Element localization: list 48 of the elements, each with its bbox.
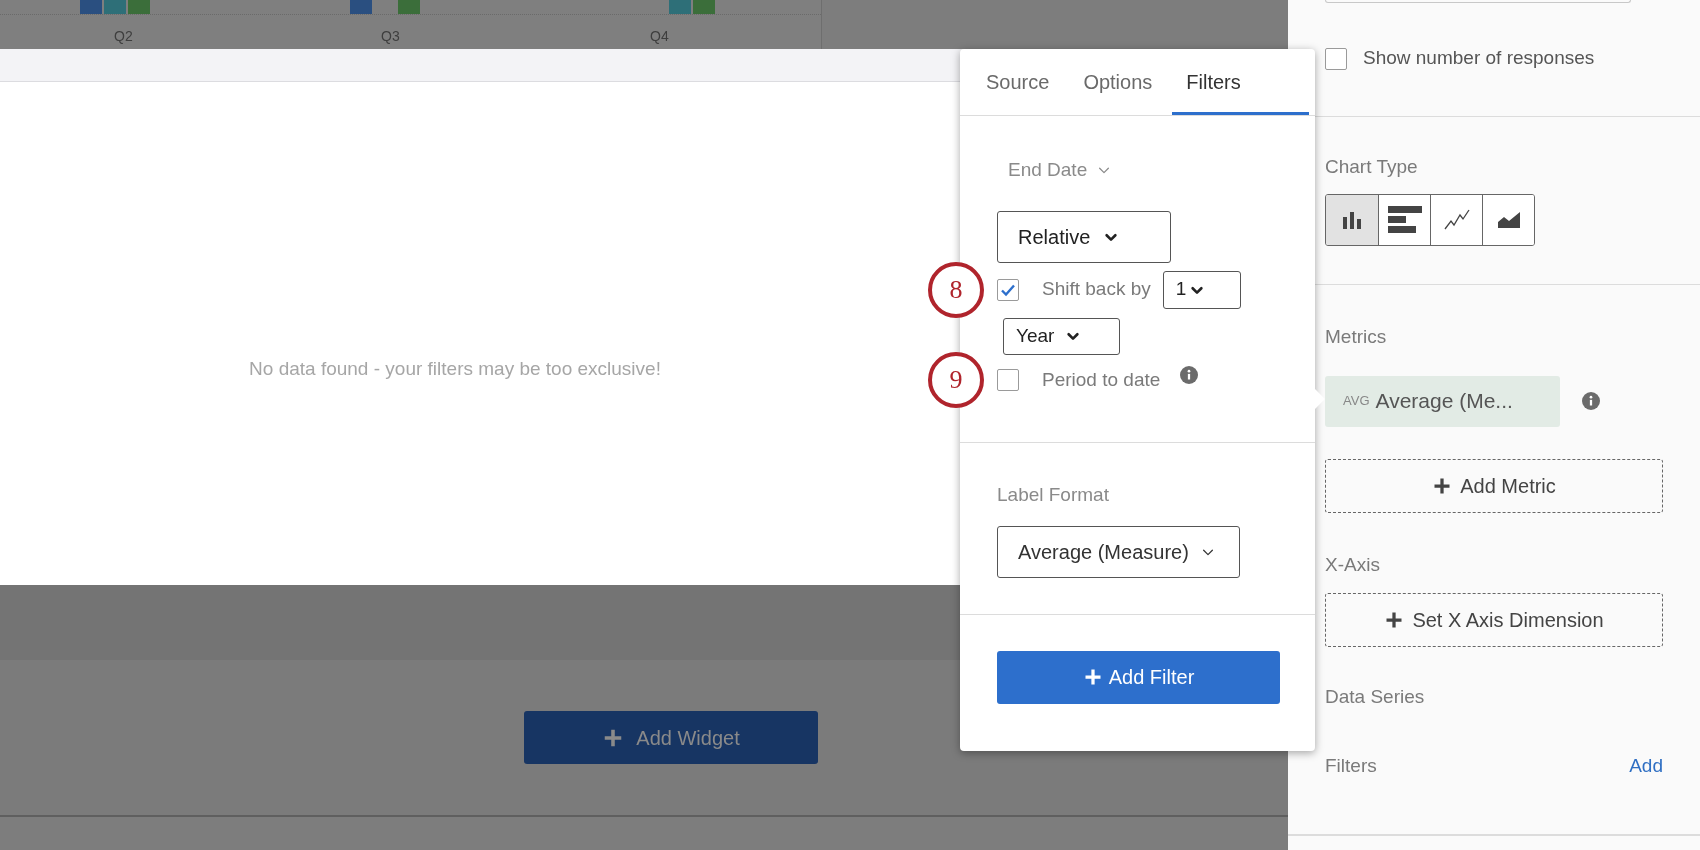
section-label: Data Series: [1325, 685, 1426, 709]
tab[interactable]: Source: [972, 49, 1064, 115]
add-filter-link[interactable]: Add: [1629, 751, 1663, 780]
chart-type-button[interactable]: [1378, 194, 1430, 245]
add-widget-button[interactable]: Add Widget: [524, 711, 818, 764]
plus-icon: [1384, 610, 1405, 630]
horizontal-bar-chart-icon: [1386, 204, 1423, 235]
amount-select[interactable]: 1: [1162, 270, 1241, 309]
chart-type-button[interactable]: [1430, 194, 1482, 245]
checkbox[interactable]: [1325, 47, 1347, 70]
line-chart-icon: [1443, 208, 1470, 231]
chart-bar: [398, 0, 420, 14]
tab[interactable]: Options: [1069, 49, 1167, 115]
empty-message: No data found - your filters may be too exclusive!: [248, 357, 662, 382]
checkbox-label: Period to date: [1042, 367, 1161, 392]
label-format-select[interactable]: Average (Measure): [997, 525, 1240, 578]
section-label: Metrics: [1325, 325, 1388, 349]
chart-bar: [693, 0, 715, 14]
section-label: X-Axis: [1325, 552, 1381, 577]
axis-label: Q3: [381, 27, 400, 46]
chart-bar: [350, 0, 372, 14]
chart-type-button[interactable]: [1482, 194, 1534, 245]
checkbox[interactable]: [997, 368, 1019, 391]
add-metric-button[interactable]: Add Metric: [1325, 458, 1663, 513]
metric-label: Average (Me...: [1375, 388, 1513, 415]
date-mode-select[interactable]: Relative: [997, 210, 1171, 263]
metric-chip[interactable]: AVG Average (Me...: [1325, 375, 1560, 427]
chart-bar: [128, 0, 150, 14]
add-filter-button[interactable]: Add Filter: [997, 650, 1280, 704]
chart-bar: [104, 0, 126, 14]
info-icon: [1582, 392, 1600, 410]
area-chart-icon: [1496, 210, 1521, 229]
axis-label: Q2: [114, 27, 133, 46]
axis-label: Q4: [650, 27, 669, 46]
chart-bar: [669, 0, 691, 14]
checkbox[interactable]: [997, 278, 1019, 301]
section-label: Chart Type: [1325, 155, 1419, 179]
chart-bar: [80, 0, 102, 14]
tab[interactable]: Filters: [1172, 49, 1309, 115]
checkbox-label: Shift back by: [1042, 277, 1151, 302]
chart-type-button[interactable]: [1326, 194, 1378, 245]
unit-select[interactable]: Year: [1003, 317, 1120, 355]
set-x-axis-button[interactable]: Set X Axis Dimension: [1325, 593, 1663, 647]
section-label: Filters: [1325, 753, 1377, 778]
checkbox-label: Show number of responses: [1363, 46, 1595, 71]
metric-tag: AVG: [1343, 391, 1370, 411]
info-icon: [1180, 365, 1199, 384]
section-label: Label Format: [997, 483, 1110, 507]
